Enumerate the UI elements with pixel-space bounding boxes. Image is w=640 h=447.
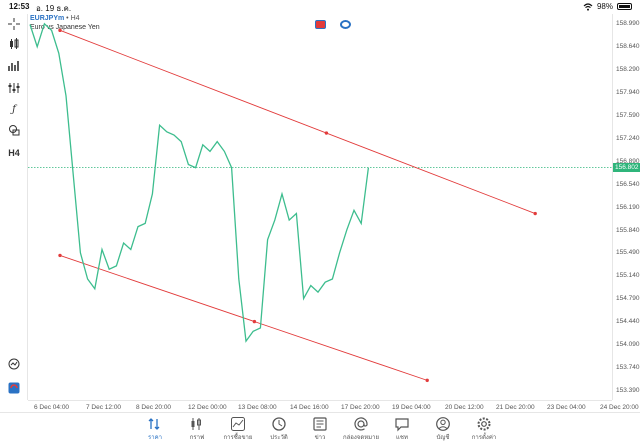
price-tick-label: 155.490 <box>616 249 640 257</box>
time-tick-label: 19 Dec 04:00 <box>392 404 431 411</box>
price-line <box>29 22 370 343</box>
bottom-navigation: ราคา กราฟ การซื้อขาย ประวัติ ข่าว กล่องจดหมาย… <box>0 412 640 447</box>
nav-quotes[interactable]: ราคา <box>133 416 177 442</box>
nav-chat-label: แชท <box>396 435 408 441</box>
mt5-chart-screen: 12:53 อ. 19 ธ.ค. 98% ƒ H4 EURJPYm • H4 E… <box>0 0 640 447</box>
price-chart[interactable] <box>28 14 612 400</box>
price-tick-label: 153.740 <box>616 363 640 371</box>
time-tick-label: 17 Dec 20:00 <box>341 404 380 411</box>
nav-mailbox[interactable]: กล่องจดหมาย <box>339 416 383 442</box>
trendline-1[interactable] <box>59 29 536 214</box>
bar-chart-icon[interactable] <box>6 60 22 74</box>
left-toolbar: ƒ H4 <box>0 14 28 400</box>
nav-history[interactable]: ประวัติ <box>257 416 301 442</box>
candles-icon[interactable] <box>6 38 22 52</box>
crosshair-icon[interactable] <box>6 18 22 32</box>
price-tick-label: 154.090 <box>616 341 640 349</box>
wifi-icon <box>583 2 593 11</box>
nav-chat[interactable]: แชท <box>380 416 424 442</box>
signals-icon[interactable] <box>6 358 22 372</box>
nav-chart[interactable]: กราฟ <box>175 416 219 442</box>
price-tick-label: 155.140 <box>616 272 640 280</box>
price-tick-label: 154.440 <box>616 318 640 326</box>
trendline-2-handle-2[interactable] <box>252 319 257 324</box>
trade-icon <box>231 417 245 431</box>
nav-accounts-label: บัญชี <box>436 435 450 441</box>
price-tick-label: 157.240 <box>616 134 640 142</box>
time-tick-label: 21 Dec 20:00 <box>496 404 535 411</box>
trendline-2-handle-1[interactable] <box>58 253 62 258</box>
settings-icon <box>477 417 491 431</box>
history-icon <box>272 417 286 431</box>
time-tick-label: 23 Dec 04:00 <box>547 404 586 411</box>
price-tick-label: 155.840 <box>616 226 640 234</box>
price-tick-label: 154.790 <box>616 295 640 303</box>
timeframe-label[interactable]: H4 <box>6 146 22 160</box>
account-icon <box>436 417 450 431</box>
time-axis[interactable]: 6 Dec 04:00 7 Dec 12:00 8 Dec 20:00 12 Dec … <box>28 400 639 412</box>
news-icon <box>313 417 327 431</box>
trendline-1-handle-3[interactable] <box>533 211 537 216</box>
price-tick-label: 153.390 <box>616 386 640 394</box>
price-axis[interactable]: 158.990 158.640 158.290 157.940 157.590 157.2… <box>612 14 640 400</box>
battery-icon <box>617 3 632 10</box>
battery-percent: 98% <box>596 2 613 11</box>
nav-accounts[interactable]: บัญชี <box>421 416 465 442</box>
trendline-1-handle-2[interactable] <box>324 131 329 135</box>
price-tick-label: 156.190 <box>616 203 640 211</box>
price-tick-label: 157.940 <box>616 89 640 97</box>
nav-trade[interactable]: การซื้อขาย <box>216 416 260 442</box>
time-tick-label: 8 Dec 20:00 <box>136 404 172 411</box>
mail-icon <box>354 417 368 431</box>
trendline-1-handle-1[interactable] <box>58 28 62 33</box>
nav-history-label: ประวัติ <box>270 435 288 441</box>
indicators-icon[interactable] <box>6 82 22 96</box>
time-tick-label: 20 Dec 12:00 <box>445 404 484 411</box>
price-tick-label: 158.640 <box>616 43 640 51</box>
current-price-badge: 156.802 <box>613 163 640 173</box>
status-bar: 12:53 อ. 19 ธ.ค. 98% <box>0 0 640 14</box>
nav-settings[interactable]: การตั้งค่า <box>462 416 506 442</box>
clock: 12:53 <box>9 2 30 11</box>
nav-trade-label: การซื้อขาย <box>223 435 253 441</box>
time-tick-label: 14 Dec 16:00 <box>290 404 329 411</box>
price-tick-label: 158.290 <box>616 66 640 74</box>
chart-icon <box>191 418 201 430</box>
time-tick-label: 6 Dec 04:00 <box>34 404 70 411</box>
nav-mailbox-label: กล่องจดหมาย <box>342 435 380 441</box>
time-tick-label: 7 Dec 12:00 <box>86 404 122 411</box>
time-tick-label: 12 Dec 00:00 <box>188 404 227 411</box>
time-tick-label: 13 Dec 08:00 <box>238 404 277 411</box>
quotes-icon <box>148 418 160 430</box>
price-tick-label: 156.540 <box>616 180 640 188</box>
function-icon[interactable]: ƒ <box>6 103 22 117</box>
trendline-2-handle-3[interactable] <box>425 378 429 383</box>
nav-settings-label: การตั้งค่า <box>471 435 497 441</box>
nav-news-label: ข่าว <box>314 435 326 441</box>
chat-icon <box>395 418 409 432</box>
time-tick-label: 24 Dec 20:00 <box>600 404 639 411</box>
price-tick-label: 158.990 <box>616 20 640 28</box>
trading-app-icon[interactable] <box>6 382 22 396</box>
nav-news[interactable]: ข่าว <box>298 416 342 442</box>
price-tick-label: 157.590 <box>616 112 640 120</box>
objects-icon[interactable] <box>6 124 22 138</box>
nav-quotes-label: ราคา <box>148 435 162 441</box>
nav-chart-label: กราฟ <box>189 435 205 441</box>
